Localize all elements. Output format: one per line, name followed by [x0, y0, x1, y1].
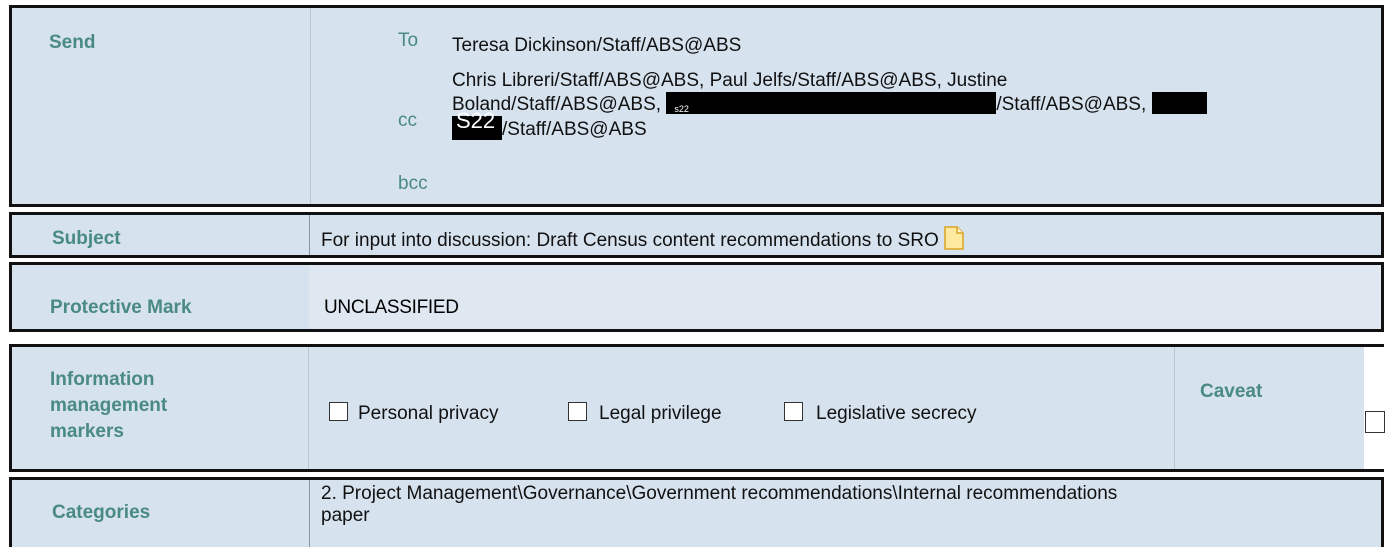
subject-field[interactable]: For input into discussion: Draft Census … [321, 226, 964, 252]
document-icon [944, 226, 964, 250]
info-markers-label-line-2: management [50, 395, 168, 416]
bcc-field[interactable] [452, 168, 1252, 196]
subject-section: Subject For input into discussion: Draft… [9, 212, 1384, 258]
personal-privacy-label: Personal privacy [358, 403, 499, 424]
subject-text: For input into discussion: Draft Census … [321, 230, 939, 251]
redaction-box-3: S22 [452, 110, 502, 140]
info-markers-divider [308, 347, 309, 469]
protective-mark-section: Protective Mark UNCLASSIFIED [9, 262, 1384, 332]
categories-line-2: paper [321, 505, 370, 526]
cc-line-2-mid: /Staff/ABS@ABS, [996, 94, 1147, 115]
info-markers-label: Information management markers [50, 367, 167, 445]
redaction-code-1: s22 [674, 104, 689, 114]
send-section: Send To Teresa Dickinson/Staff/ABS@ABS c… [9, 5, 1384, 207]
info-markers-section: Information management markers Personal … [9, 344, 1385, 472]
legal-privilege-label: Legal privilege [599, 403, 722, 424]
caveat-checkbox[interactable] [1365, 411, 1385, 433]
subject-label: Subject [52, 228, 121, 249]
categories-label: Categories [52, 502, 151, 523]
protective-mark-label: Protective Mark [50, 297, 192, 318]
send-divider [310, 8, 311, 204]
protective-mark-value-cell [309, 265, 1381, 329]
caveat-divider [1174, 347, 1175, 469]
bcc-label: bcc [398, 173, 428, 194]
info-markers-label-line-3: markers [50, 421, 124, 442]
info-markers-label-line-1: Information [50, 369, 155, 390]
redaction-code-2: S22 [456, 108, 496, 133]
cc-line-3: S22 /Staff/ABS@ABS [452, 110, 1172, 141]
subject-divider [309, 215, 310, 255]
redaction-box-2 [1151, 92, 1207, 114]
personal-privacy-checkbox[interactable] [329, 402, 348, 421]
redaction-box-1: s22 [666, 92, 997, 114]
categories-line-1: 2. Project Management\Governance\Governm… [321, 483, 1118, 504]
to-field[interactable]: Teresa Dickinson/Staff/ABS@ABS [452, 35, 741, 57]
categories-divider [309, 480, 310, 547]
cc-line-3-end: /Staff/ABS@ABS [502, 119, 647, 140]
legal-privilege-checkbox[interactable] [568, 402, 587, 421]
cc-label: cc [398, 110, 417, 131]
send-label: Send [49, 32, 96, 53]
legislative-secrecy-label: Legislative secrecy [816, 403, 977, 424]
protective-mark-value[interactable]: UNCLASSIFIED [324, 297, 459, 319]
to-label: To [398, 30, 419, 51]
legislative-secrecy-checkbox[interactable] [784, 402, 803, 421]
cc-line-1: Chris Libreri/Staff/ABS@ABS, Paul Jelfs/… [452, 70, 1008, 91]
caveat-strip [1364, 347, 1384, 469]
cc-line-2: Boland/Staff/ABS@ABS, s22 /Staff/ABS@ABS… [452, 92, 1207, 116]
categories-field[interactable]: 2. Project Management\Governance\Governm… [321, 483, 1117, 527]
cc-field[interactable]: Chris Libreri/Staff/ABS@ABS, Paul Jelfs/… [452, 70, 1207, 141]
categories-section: Categories 2. Project Management\Governa… [9, 477, 1384, 547]
caveat-label: Caveat [1200, 381, 1263, 402]
